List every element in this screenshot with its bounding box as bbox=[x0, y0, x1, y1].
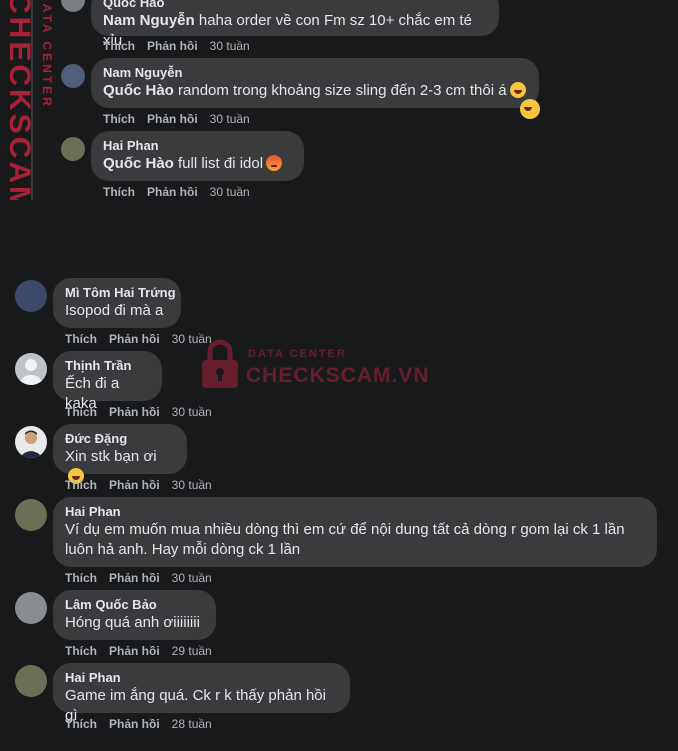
avatar[interactable] bbox=[15, 280, 47, 312]
comment-bubble: Đức Đặng Xin stk bạn ơi bbox=[53, 424, 187, 484]
comment-author[interactable]: Hai Phan bbox=[103, 137, 292, 154]
comment-actions: Thích Phản hồi 29 tuần bbox=[65, 644, 212, 658]
timestamp[interactable]: 28 tuần bbox=[172, 717, 212, 731]
comment-author[interactable]: Mì Tôm Hai Trứng bbox=[65, 284, 176, 301]
like-button[interactable]: Thích bbox=[65, 478, 97, 492]
laugh-icon bbox=[509, 82, 526, 98]
like-button[interactable]: Thích bbox=[65, 332, 97, 346]
comment-text: Quốc Hào random trong khoảng size sling … bbox=[103, 81, 527, 101]
comment-actions: Thích Phản hồi 30 tuần bbox=[103, 185, 250, 199]
comment-bubble: Quốc Hào Nam Nguyễn haha order về con Fm… bbox=[91, 0, 499, 49]
like-button[interactable]: Thích bbox=[65, 571, 97, 585]
like-button[interactable]: Thích bbox=[103, 112, 135, 126]
like-button[interactable]: Thích bbox=[65, 644, 97, 658]
comment-author[interactable]: Thịnh Trần bbox=[65, 357, 150, 374]
comment-text: Quốc Hào full list đi idol bbox=[103, 154, 292, 174]
comment-text: Isopod đi mà a bbox=[65, 302, 164, 319]
comment-actions: Thích Phản hồi 28 tuần bbox=[65, 717, 212, 731]
reply-item: Nam Nguyễn Quốc Hào random trong khoảng … bbox=[0, 58, 678, 128]
like-button[interactable]: Thích bbox=[103, 185, 135, 199]
timestamp[interactable]: 30 tuần bbox=[210, 39, 250, 53]
avatar[interactable] bbox=[61, 0, 85, 12]
avatar[interactable] bbox=[15, 592, 47, 624]
timestamp[interactable]: 30 tuần bbox=[172, 478, 212, 492]
comment-author[interactable]: Nam Nguyễn bbox=[103, 64, 527, 81]
comment-actions: Thích Phản hồi 30 tuần bbox=[65, 405, 212, 419]
timestamp[interactable]: 30 tuần bbox=[172, 571, 212, 585]
like-button[interactable]: Thích bbox=[103, 39, 135, 53]
reply-button[interactable]: Phản hồi bbox=[147, 39, 198, 53]
timestamp[interactable]: 30 tuần bbox=[210, 112, 250, 126]
mention-link[interactable]: Nam Nguyễn bbox=[103, 12, 195, 29]
comment-item: Hai Phan Ví dụ em muốn mua nhiều dòng th… bbox=[0, 497, 678, 587]
timestamp[interactable]: 29 tuần bbox=[172, 644, 212, 658]
comment-bubble: Hai Phan Quốc Hào full list đi idol bbox=[91, 131, 304, 181]
timestamp[interactable]: 30 tuần bbox=[210, 185, 250, 199]
comment-text: Ví dụ em muốn mua nhiều dòng thì em cứ đ… bbox=[65, 521, 625, 558]
reply-item: Quốc Hào Nam Nguyễn haha order về con Fm… bbox=[0, 0, 678, 55]
laugh-reaction-icon[interactable] bbox=[520, 99, 540, 119]
comment-author[interactable]: Hai Phan bbox=[65, 503, 645, 520]
reply-button[interactable]: Phản hồi bbox=[147, 112, 198, 126]
comment-author[interactable]: Hai Phan bbox=[65, 669, 338, 686]
reply-button[interactable]: Phản hồi bbox=[109, 717, 160, 731]
avatar[interactable] bbox=[15, 499, 47, 531]
comment-actions: Thích Phản hồi 30 tuần bbox=[103, 39, 250, 53]
avatar[interactable] bbox=[15, 665, 47, 697]
avatar[interactable] bbox=[61, 64, 85, 88]
mention-link[interactable]: Quốc Hào bbox=[103, 82, 174, 99]
comment-item: Thịnh Trần Ếch đi a kaka Thích Phản hồi 30… bbox=[0, 351, 678, 421]
comment-item: Mì Tôm Hai Trứng Isopod đi mà a Thích Phả… bbox=[0, 278, 678, 348]
comment-item: Hai Phan Game im ắng quá. Ck r k thấy ph… bbox=[0, 663, 678, 733]
avatar[interactable] bbox=[15, 353, 47, 385]
avatar[interactable] bbox=[61, 137, 85, 161]
comment-text: Hóng quá anh ơiiiiiiii bbox=[65, 614, 200, 631]
timestamp[interactable]: 30 tuần bbox=[172, 405, 212, 419]
comment-author[interactable]: Quốc Hào bbox=[103, 0, 487, 11]
mention-link[interactable]: Quốc Hào bbox=[103, 155, 174, 172]
comment-bubble: Thịnh Trần Ếch đi a kaka bbox=[53, 351, 162, 412]
comment-actions: Thích Phản hồi 30 tuần bbox=[65, 332, 212, 346]
comment-author[interactable]: Lâm Quốc Bảo bbox=[65, 596, 204, 613]
comment-actions: Thích Phản hồi 30 tuần bbox=[65, 571, 212, 585]
comment-bubble: Nam Nguyễn Quốc Hào random trong khoảng … bbox=[91, 58, 539, 108]
default-avatar-icon bbox=[20, 359, 42, 385]
like-button[interactable]: Thích bbox=[65, 717, 97, 731]
comment-author[interactable]: Đức Đặng bbox=[65, 430, 175, 447]
reply-button[interactable]: Phản hồi bbox=[109, 644, 160, 658]
angry-icon bbox=[266, 155, 283, 171]
comment-actions: Thích Phản hồi 30 tuần bbox=[65, 478, 212, 492]
comment-item: Lâm Quốc Bảo Hóng quá anh ơiiiiiiii Thíc… bbox=[0, 590, 678, 660]
comment-bubble: Hai Phan Game im ắng quá. Ck r k thấy ph… bbox=[53, 663, 350, 724]
reply-button[interactable]: Phản hồi bbox=[109, 332, 160, 346]
timestamp[interactable]: 30 tuần bbox=[172, 332, 212, 346]
comment-bubble: Hai Phan Ví dụ em muốn mua nhiều dòng th… bbox=[53, 497, 657, 567]
comment-bubble: Lâm Quốc Bảo Hóng quá anh ơiiiiiiii bbox=[53, 590, 216, 640]
avatar[interactable] bbox=[15, 426, 47, 458]
like-button[interactable]: Thích bbox=[65, 405, 97, 419]
profile-photo-icon bbox=[19, 430, 43, 458]
reply-button[interactable]: Phản hồi bbox=[109, 571, 160, 585]
reply-button[interactable]: Phản hồi bbox=[109, 405, 160, 419]
reply-button[interactable]: Phản hồi bbox=[109, 478, 160, 492]
comment-actions: Thích Phản hồi 30 tuần bbox=[103, 112, 250, 126]
reply-button[interactable]: Phản hồi bbox=[147, 185, 198, 199]
reply-item: Hai Phan Quốc Hào full list đi idol Thíc… bbox=[0, 131, 678, 201]
comment-item: Đức Đặng Xin stk bạn ơi Thích Phản hồi 30 … bbox=[0, 424, 678, 494]
comment-bubble: Mì Tôm Hai Trứng Isopod đi mà a bbox=[53, 278, 181, 328]
